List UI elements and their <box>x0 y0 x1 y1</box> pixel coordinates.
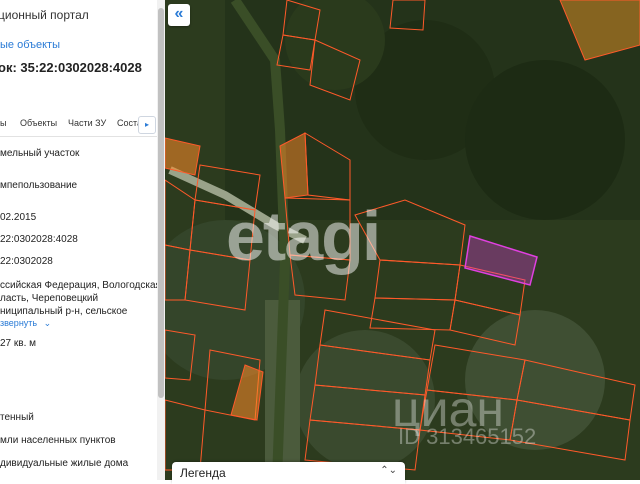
chevron-down-icon: ⌄ <box>43 318 52 328</box>
near-objects-link[interactable]: ые объекты <box>0 39 60 51</box>
address-line-3: ниципальный р-н, сельское <box>0 306 128 317</box>
date-value: 02.2015 <box>0 212 37 223</box>
tab-info[interactable]: ы <box>0 118 6 128</box>
address-line-2: ласть, Череповецкий <box>0 293 99 304</box>
sort-toggle-icon[interactable]: ⌃⌄ <box>380 465 397 476</box>
collapse-address-link[interactable]: звернуть ⌄ <box>0 318 51 329</box>
tab-parts[interactable]: Части ЗУ <box>68 118 106 128</box>
tab-next-button[interactable]: ▸ <box>138 116 156 134</box>
cadastral-number-heading: ок: 35:22:0302028:4028 <box>0 60 142 75</box>
etagi-watermark: etagi <box>226 197 381 275</box>
info-panel: ционный портал ые объекты ок: 35:22:0302… <box>0 0 165 480</box>
panel-scrollbar-thumb[interactable] <box>158 8 164 398</box>
cad-number-value: 22:0302028:4028 <box>0 234 78 245</box>
collapse-address-label: звернуть <box>0 318 38 328</box>
address-line-1: ссийская Федерация, Вологодская <box>0 280 161 291</box>
area-value: 27 кв. м <box>0 338 37 349</box>
category-value: мпепользование <box>0 180 78 191</box>
cad-quarter-value: 22:0302028 <box>0 256 53 267</box>
permitted-use-value: дивидуальные жилые дома <box>0 458 129 469</box>
double-chevron-left-icon: « <box>174 5 184 22</box>
tab-bar: ы Объекты Части ЗУ Соста <box>0 112 157 137</box>
object-type-value: мельный участок <box>0 148 80 159</box>
collapse-panel-button[interactable]: « <box>168 4 190 26</box>
status-value: тенный <box>0 412 34 423</box>
legend-bar[interactable]: Легенда ⌃⌄ <box>172 462 405 484</box>
tab-objects[interactable]: Объекты <box>20 118 57 128</box>
portal-title: ционный портал <box>0 8 89 22</box>
cian-id-watermark: ID 313465152 <box>398 424 537 449</box>
land-category-value: мли населенных пунктов <box>0 435 116 446</box>
panel-scrollbar[interactable] <box>157 0 165 480</box>
legend-label: Легенда <box>180 466 226 480</box>
